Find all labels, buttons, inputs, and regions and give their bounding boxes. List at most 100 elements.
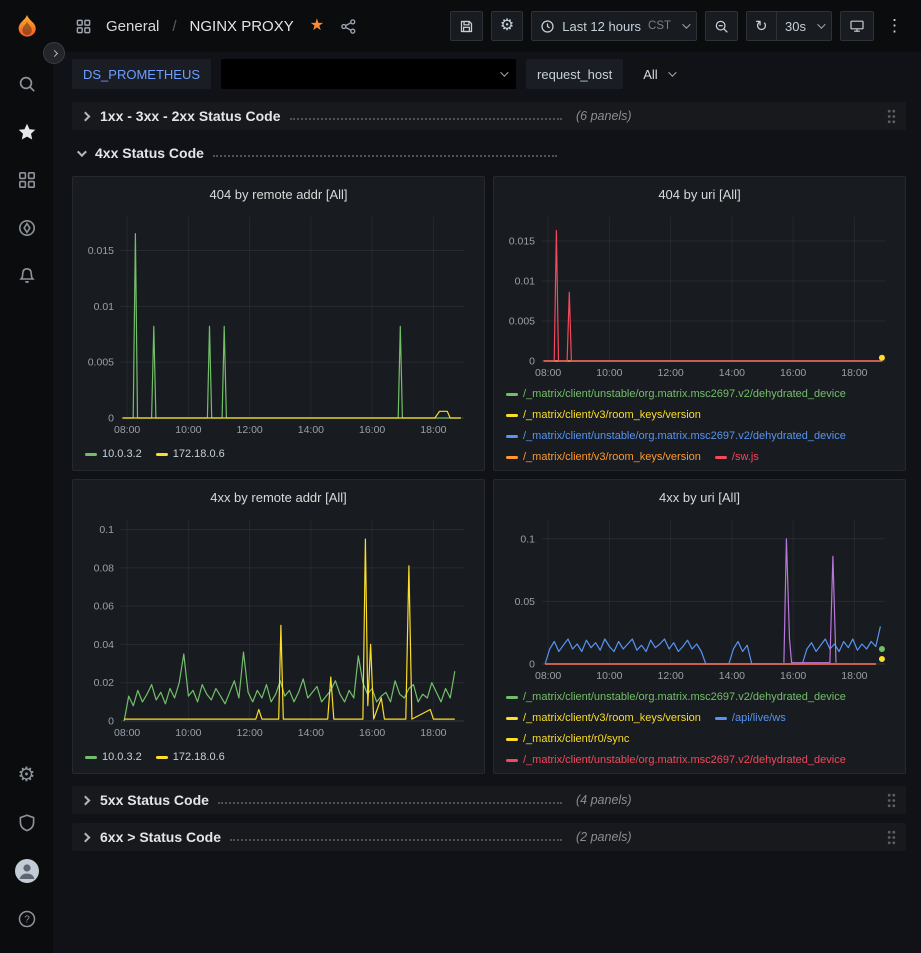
svg-text:0.1: 0.1 (520, 533, 535, 545)
zoom-out-button[interactable] (705, 11, 738, 41)
kebab-menu-icon[interactable]: ⋮ (882, 16, 907, 36)
legend-item[interactable]: /sw.js (715, 447, 759, 465)
svg-text:08:00: 08:00 (535, 670, 561, 682)
legend-item[interactable]: /api/live/ws (715, 708, 786, 729)
alerting-bell-icon[interactable] (7, 256, 47, 296)
svg-text:0: 0 (108, 413, 114, 425)
dashboard-apps-icon[interactable] (75, 18, 92, 35)
caret-down-icon (682, 20, 690, 28)
breadcrumb-folder[interactable]: General (106, 18, 159, 35)
panel-title-text: 4xx by remote addr [All] (210, 490, 347, 505)
time-range-picker[interactable]: Last 12 hours CST (531, 11, 697, 41)
drag-handle-icon[interactable] (887, 109, 896, 124)
svg-text:0.06: 0.06 (94, 601, 115, 613)
chevron-right-icon (81, 832, 91, 842)
chevron-right-icon (81, 795, 91, 805)
svg-text:0.05: 0.05 (515, 596, 536, 608)
grafana-app: ⚙ ? (0, 0, 921, 953)
panel-title[interactable]: 4xx by uri [All] (500, 484, 899, 510)
share-icon[interactable] (340, 18, 357, 35)
row-1xx-3xx-2xx-status-code[interactable]: 1xx - 3xx - 2xx Status Code (6 panels) (72, 102, 906, 130)
legend-item[interactable]: /_matrix/client/v3/room_keys/version (506, 447, 701, 465)
legend-item[interactable]: /_matrix/client/v3/room_keys/version (506, 405, 701, 426)
server-admin-shield-icon[interactable] (7, 803, 47, 843)
legend-item[interactable]: 10.0.3.2 (85, 444, 142, 465)
dashboard-settings-button[interactable]: ⚙ (491, 11, 523, 41)
explore-compass-icon[interactable] (7, 208, 47, 248)
svg-text:10:00: 10:00 (596, 670, 622, 682)
panel-title[interactable]: 404 by uri [All] (500, 181, 899, 207)
legend-item[interactable]: /_matrix/client/unstable/org.matrix.msc2… (506, 687, 846, 708)
chevron-right-icon (50, 49, 57, 56)
sidebar-expand-toggle[interactable] (43, 42, 65, 64)
help-icon[interactable]: ? (7, 899, 47, 939)
panel-title-text: 4xx by uri [All] (659, 490, 740, 505)
series-name: 10.0.3.2 (102, 444, 142, 465)
series-color-swatch (715, 717, 727, 720)
series-color-swatch (85, 453, 97, 456)
time-series-chart[interactable]: 08:0010:0012:0014:0016:0018:0000.020.040… (79, 510, 478, 743)
row-title: 5xx Status Code (100, 792, 209, 808)
save-dashboard-button[interactable] (450, 11, 483, 41)
series-color-swatch (506, 456, 518, 459)
dashboard-title[interactable]: NGINX PROXY (190, 18, 294, 35)
row-4xx-status-code[interactable]: 4xx Status Code (72, 139, 906, 167)
series-color-swatch (506, 435, 518, 438)
request-host-variable-label: request_host (526, 59, 623, 89)
favorite-star-icon[interactable]: ★ (310, 18, 324, 34)
user-avatar[interactable] (7, 851, 47, 891)
time-series-chart[interactable]: 08:0010:0012:0014:0016:0018:0000.0050.01… (79, 207, 478, 440)
starred-dashboards-icon[interactable] (7, 112, 47, 152)
refresh-button[interactable]: ↻ (746, 11, 776, 41)
panel-title[interactable]: 4xx by remote addr [All] (79, 484, 478, 510)
refresh-interval-picker[interactable]: 30s (776, 11, 832, 41)
panel-count: (4 panels) (576, 793, 632, 807)
svg-text:08:00: 08:00 (114, 424, 140, 436)
legend-item[interactable]: /_matrix/client/r0/sync (506, 729, 629, 750)
row-title: 4xx Status Code (95, 145, 204, 161)
panel-404-by-uri: 404 by uri [All] 08:0010:0012:0014:0016:… (493, 176, 906, 471)
row-6xx-status-code[interactable]: 6xx > Status Code (2 panels) (72, 823, 906, 851)
svg-text:0.005: 0.005 (88, 357, 114, 369)
legend-item[interactable]: 10.0.3.2 (85, 747, 142, 768)
svg-text:18:00: 18:00 (420, 727, 446, 739)
svg-text:0.015: 0.015 (88, 245, 114, 257)
refresh-interval-label: 30s (785, 19, 806, 34)
legend-item[interactable]: /_matrix/client/unstable/org.matrix.msc2… (506, 750, 846, 768)
cycle-view-mode-button[interactable] (840, 11, 874, 41)
grafana-logo[interactable] (9, 10, 45, 46)
legend-item[interactable]: /_matrix/client/v3/room_keys/version (506, 708, 701, 729)
settings-gear-icon[interactable]: ⚙ (7, 755, 47, 795)
time-series-chart[interactable]: 08:0010:0012:0014:0016:0018:0000.050.1 (500, 510, 899, 686)
search-icon[interactable] (7, 64, 47, 104)
time-series-chart[interactable]: 08:0010:0012:0014:0016:0018:0000.0050.01… (500, 207, 899, 383)
request-host-select[interactable]: All (633, 59, 683, 89)
svg-text:0.08: 0.08 (94, 562, 115, 574)
svg-text:14:00: 14:00 (719, 670, 745, 682)
panel-title[interactable]: 404 by remote addr [All] (79, 181, 478, 207)
caret-down-icon (500, 68, 508, 76)
panel-legend: /_matrix/client/unstable/org.matrix.msc2… (500, 686, 899, 768)
svg-text:12:00: 12:00 (236, 727, 262, 739)
panel-count: (6 panels) (576, 109, 632, 123)
dashboards-grid-icon[interactable] (7, 160, 47, 200)
drag-handle-icon[interactable] (887, 830, 896, 845)
panel-legend: /_matrix/client/unstable/org.matrix.msc2… (500, 383, 899, 465)
datasource-select[interactable] (221, 59, 516, 89)
svg-text:14:00: 14:00 (719, 367, 745, 379)
series-color-swatch (506, 414, 518, 417)
series-color-swatch (506, 738, 518, 741)
row-5xx-status-code[interactable]: 5xx Status Code (4 panels) (72, 786, 906, 814)
refresh-split-button: ↻ 30s (746, 11, 832, 41)
question-mark-glyph: ? (24, 915, 30, 926)
panel-count: (2 panels) (576, 830, 632, 844)
dotted-leader (213, 155, 557, 157)
svg-text:0: 0 (529, 659, 535, 671)
svg-text:08:00: 08:00 (535, 367, 561, 379)
legend-item[interactable]: /_matrix/client/unstable/org.matrix.msc2… (506, 384, 846, 405)
drag-handle-icon[interactable] (887, 793, 896, 808)
legend-item[interactable]: 172.18.0.6 (156, 747, 225, 768)
row-title: 1xx - 3xx - 2xx Status Code (100, 108, 281, 124)
legend-item[interactable]: 172.18.0.6 (156, 444, 225, 465)
legend-item[interactable]: /_matrix/client/unstable/org.matrix.msc2… (506, 426, 846, 447)
